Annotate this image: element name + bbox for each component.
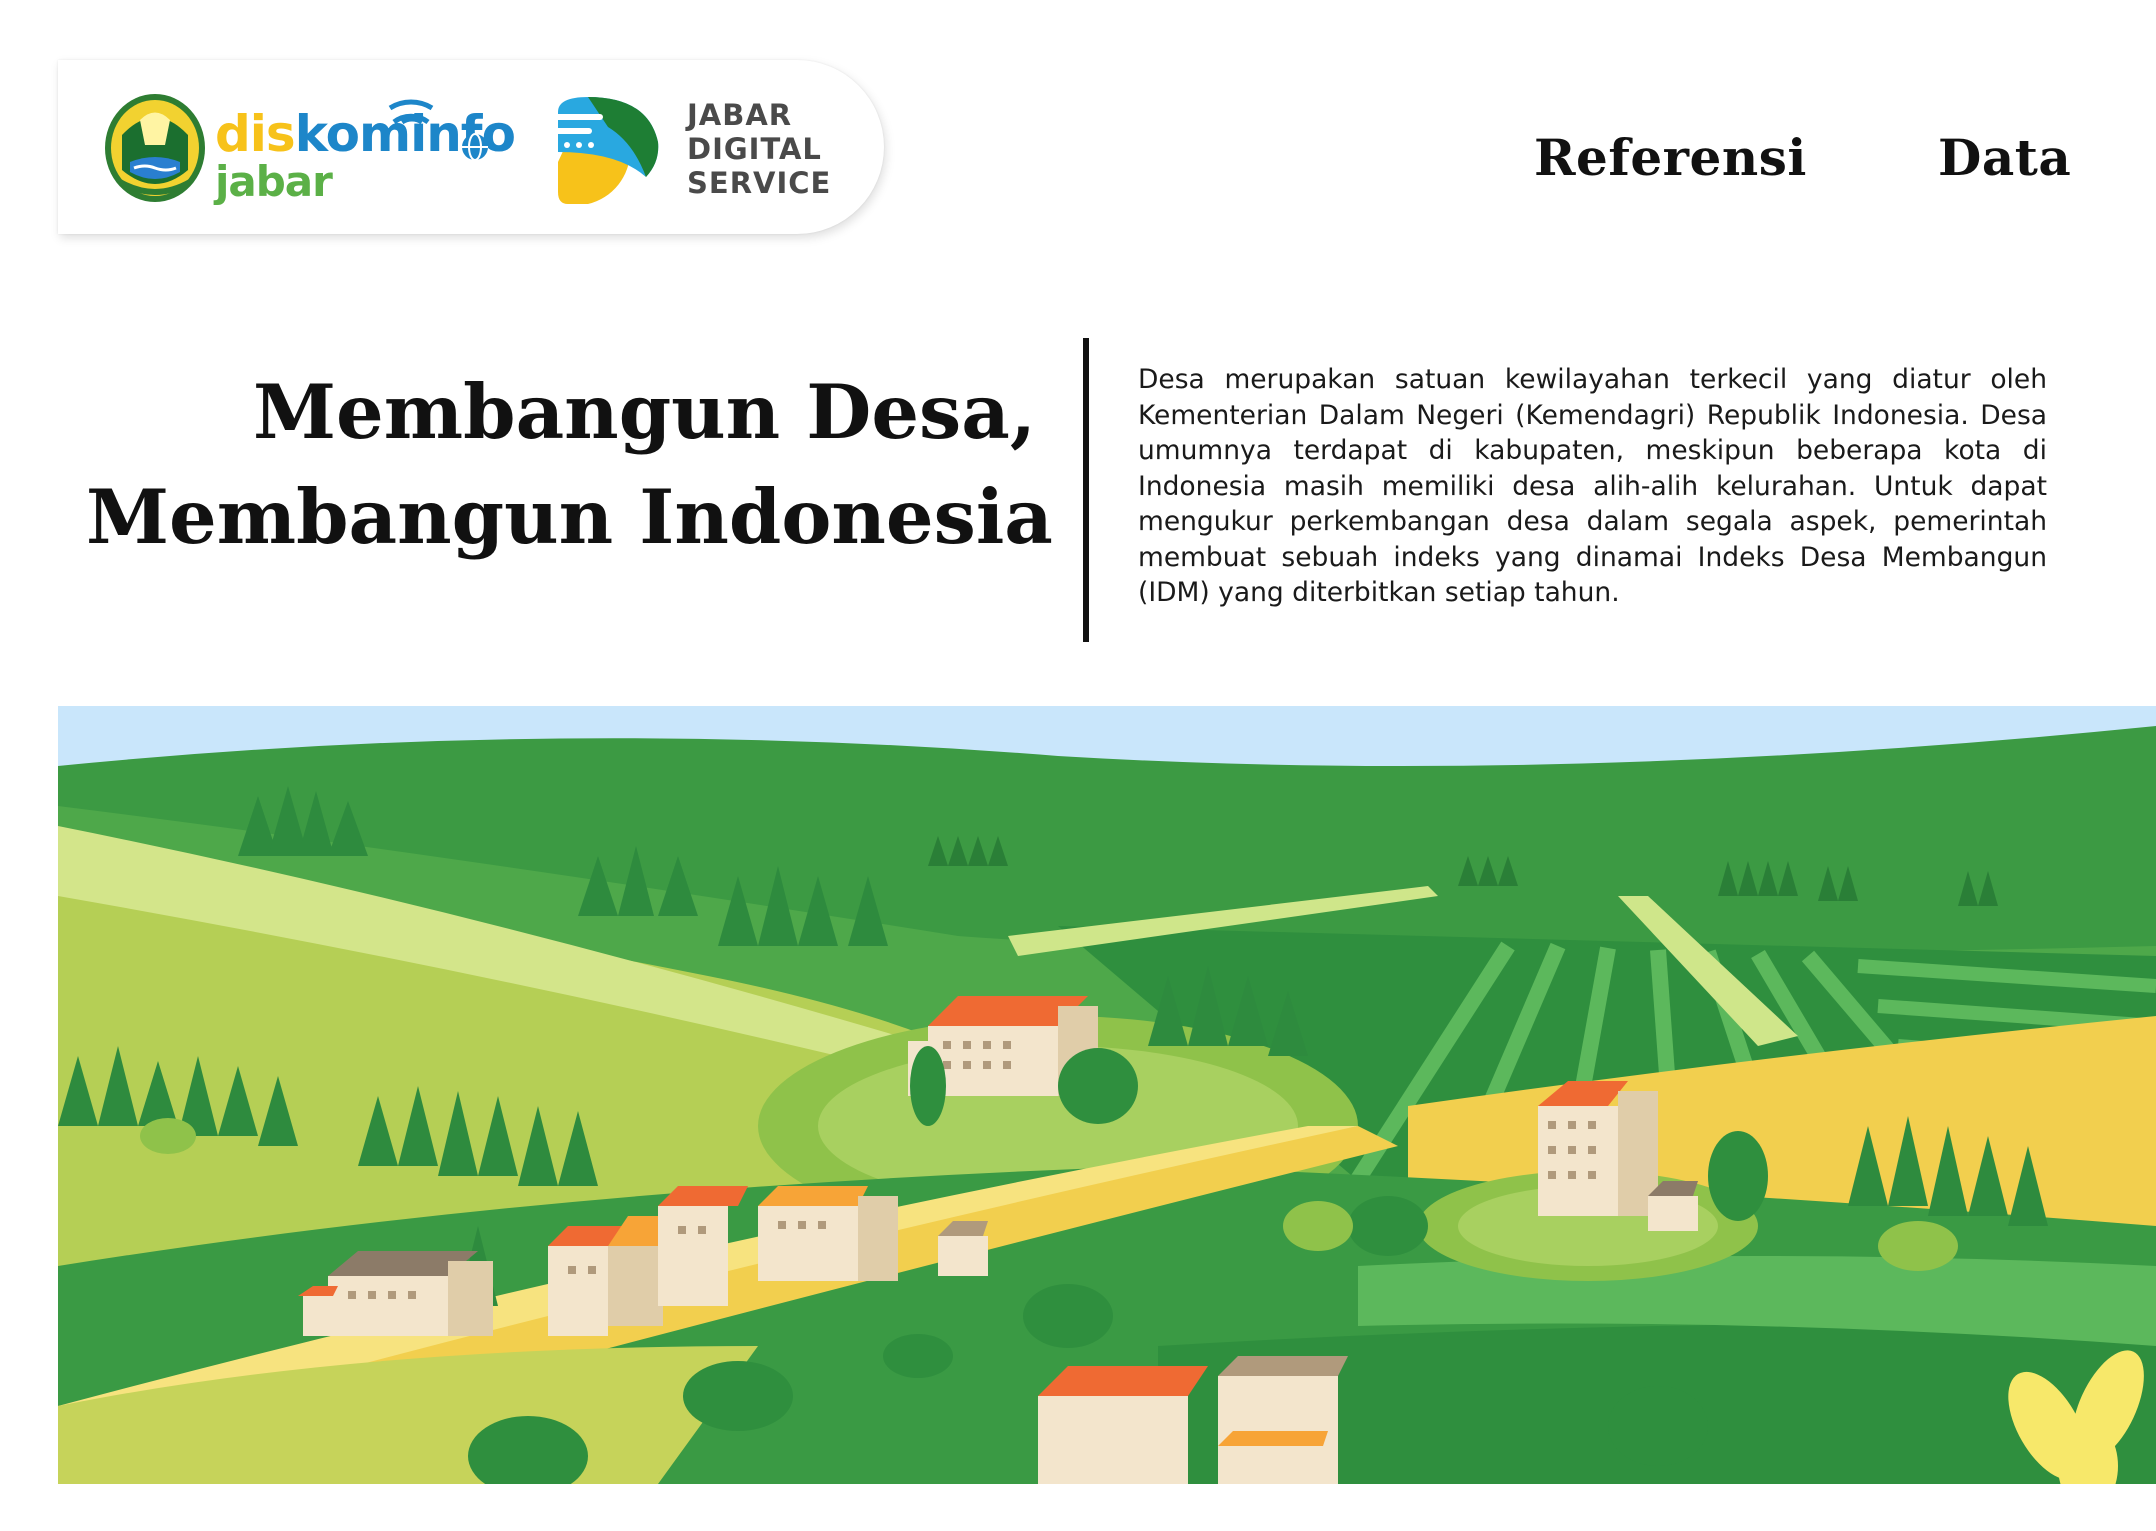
nav-link-data[interactable]: Data <box>1938 128 2071 187</box>
jds-text-line1: JABAR <box>687 98 793 132</box>
jds-text-line3: SERVICE <box>687 166 832 200</box>
logo-text-dis: dis <box>215 105 296 163</box>
jds-text-line2: DIGITAL <box>687 132 822 166</box>
jds-logo-text: JABAR DIGITAL SERVICE <box>687 98 831 200</box>
wifi-signal-icon <box>388 99 434 125</box>
village-landscape-illustration <box>58 706 2156 1484</box>
logo-bar: diskominfo jabar JABAR DIGITAL SERVICE <box>58 60 884 234</box>
west-java-emblem-icon <box>105 94 205 202</box>
jabar-digital-service-logo-icon <box>548 97 659 204</box>
hero-title: Membangun Desa, Membangun Indonesia <box>86 360 1053 570</box>
hero-title-line2: Membangun Indonesia <box>86 473 1053 561</box>
globe-icon <box>462 133 488 161</box>
hero-description: Desa merupakan satuan kewilayahan terkec… <box>1138 364 2047 608</box>
logo-text-jabar: jabar <box>215 157 333 206</box>
hero-divider <box>1083 338 1089 642</box>
hero-title-line1: Membangun Desa, <box>253 368 1036 456</box>
nav-link-referensi[interactable]: Referensi <box>1534 128 1807 187</box>
